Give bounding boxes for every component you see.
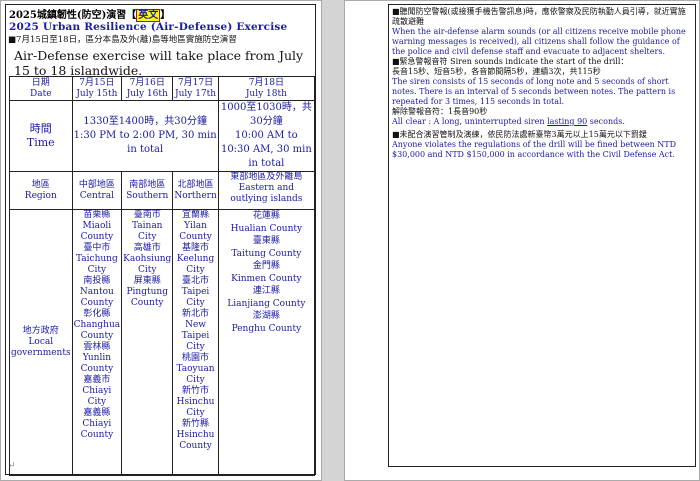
table-row-region: 地區 Region 中部地區 Central 南部地區 Southern 北部地區 No… bbox=[9, 171, 316, 210]
region-en: Northern bbox=[174, 190, 217, 201]
time-cell-central-south-north: 1330至1400時，共30分鐘 1:30 PM to 2:00 PM, 30 m… bbox=[71, 100, 219, 172]
table-row-dates: 日期 Date 7月15日 July 15th 7月16日 July 16th 7月1… bbox=[9, 76, 316, 101]
document-page-2: ■聽聞防空警報(或接獲手機告警訊息)時，應依警察及民防執勤人員引導，就近實施疏散… bbox=[344, 0, 700, 481]
date-cell-4: 7月18日 July 18th bbox=[217, 76, 316, 101]
date-cell-1: 7月15日 July 15th bbox=[71, 76, 123, 101]
time-b-en: 10:00 AM to 10:30 AM, 30 min in total bbox=[220, 130, 312, 169]
date-en: July 16th bbox=[126, 88, 168, 99]
header-gov-en: Local governments bbox=[11, 337, 71, 358]
date-cn: 7月16日 bbox=[129, 77, 165, 88]
date-en: July 18th bbox=[245, 88, 287, 99]
date-cell-3: 7月17日 July 17th bbox=[172, 76, 219, 101]
header-date: 日期 Date bbox=[9, 76, 73, 101]
central-counties: 苗栗縣 Miaoli County 臺中市 Taichung City 南投縣 … bbox=[71, 209, 123, 476]
evacuation-paragraph: ■聽聞防空警報(或接獲手機告警訊息)時，應依警察及民防執勤人員引導，就近實施疏散… bbox=[392, 7, 692, 57]
siren-pattern-chinese: 長音15秒、短音5秒，各音節間隔5秒，連續3次，共115秒 bbox=[392, 67, 601, 76]
header-region-cn: 地區 bbox=[31, 179, 50, 190]
northern-counties: 宜蘭縣 Yilan County 基隆市 Keelung City 臺北市 Ta… bbox=[172, 209, 219, 476]
region-central: 中部地區 Central bbox=[71, 171, 123, 210]
eastern-counties: 花蓮縣 Hualian County 臺東縣 Taitung County 金門… bbox=[217, 209, 316, 476]
date-cn: 7月15日 bbox=[79, 77, 115, 88]
header-region: 地區 Region bbox=[9, 171, 73, 210]
schedule-table: 日期 Date 7月15日 July 15th 7月16日 July 16th 7月1… bbox=[9, 76, 316, 476]
header-gov-cn: 地方政府 bbox=[22, 326, 59, 336]
header-region-en: Region bbox=[24, 190, 57, 201]
siren-pattern-english: The siren consists of 15 seconds of long… bbox=[392, 77, 676, 106]
region-en: Central bbox=[79, 190, 114, 201]
header-time-cn: 時間 bbox=[29, 122, 52, 135]
siren-heading: ■緊急警報音符 Siren sounds indicate the start … bbox=[392, 57, 629, 66]
all-clear-text-b: seconds. bbox=[587, 117, 625, 126]
page-title: 2025城鎮韌性(防空)演習【 英文】 bbox=[9, 9, 171, 22]
region-en: Eastern and outlying islands bbox=[230, 183, 303, 204]
intro-chinese: ■7月15日至18日，區分本島及外(離)島等地區實施防空演習 bbox=[8, 35, 237, 45]
all-clear-english: All clear : A long, uninterrupted siren … bbox=[392, 117, 692, 127]
penalty-english: Anyone violates the regulations of the d… bbox=[392, 140, 677, 159]
table-row-time: 時間 Time 1330至1400時，共30分鐘 1:30 PM to 2:00 P… bbox=[9, 100, 316, 172]
intro-english: Air-Defense exercise will take place fro… bbox=[14, 48, 304, 78]
date-cn: 7月18日 bbox=[248, 77, 284, 88]
paragraph-mark-icon: ↵ bbox=[8, 461, 16, 471]
southern-counties: 臺南市 Tainan City 高雄市 Kaohsiung City 屏東縣 P… bbox=[121, 209, 174, 476]
penalty-chinese: ■未配合演習管制及演練，依民防法處新臺幣3萬元以上15萬元以下罰鍰 bbox=[392, 130, 647, 139]
date-cell-2: 7月16日 July 16th bbox=[121, 76, 174, 101]
time-a-en: 1:30 PM to 2:00 PM, 30 min in total bbox=[73, 130, 217, 155]
all-clear-chinese: 解除警報音符：1長音90秒 bbox=[392, 107, 488, 116]
all-clear-duration: lasting 90 bbox=[547, 117, 588, 126]
time-a-cn: 1330至1400時，共30分鐘 bbox=[83, 116, 207, 127]
penalty-paragraph: ■未配合演習管制及演練，依民防法處新臺幣3萬元以上15萬元以下罰鍰 Anyone… bbox=[392, 130, 692, 160]
header-time-en: Time bbox=[26, 136, 55, 149]
page-title-english: 2025 Urban Resilience (Air-Defense) Exer… bbox=[9, 21, 288, 33]
evacuation-english: When the air-defense alarm sounds (or al… bbox=[392, 27, 686, 56]
header-time: 時間 Time bbox=[9, 100, 73, 172]
all-clear-text-a: All clear : A long, uninterrupted siren bbox=[392, 117, 548, 126]
page-2-content-frame: ■聽聞防空警報(或接獲手機告警訊息)時，應依警察及民防執勤人員引導，就近實施疏散… bbox=[388, 4, 696, 467]
title-chinese: 2025城鎮韌性(防空)演習 bbox=[9, 10, 127, 21]
region-southern: 南部地區 Southern bbox=[121, 171, 174, 210]
region-en: Southern bbox=[126, 190, 169, 201]
region-cn: 中部地區 bbox=[78, 179, 115, 190]
page-1-content-frame: 2025城鎮韌性(防空)演習【 英文】 2025 Urban Resilience… bbox=[5, 4, 316, 476]
region-cn: 東部地區及外離島 bbox=[230, 172, 303, 183]
table-row-local-governments: 地方政府 Local governments 苗栗縣 Miaoli County … bbox=[9, 209, 316, 476]
document-page-1: 2025城鎮韌性(防空)演習【 英文】 2025 Urban Resilience… bbox=[0, 0, 322, 481]
time-cell-eastern: 1000至1030時，共30分鐘 10:00 AM to 10:30 AM, 30… bbox=[217, 100, 316, 172]
header-local-governments: 地方政府 Local governments bbox=[9, 209, 73, 476]
region-cn: 南部地區 bbox=[129, 179, 166, 190]
siren-paragraph: ■緊急警報音符 Siren sounds indicate the start … bbox=[392, 57, 692, 107]
region-cn: 北部地區 bbox=[177, 179, 214, 190]
date-en: July 17th bbox=[174, 88, 217, 99]
all-clear-paragraph: 解除警報音符：1長音90秒 All clear : A long, uninte… bbox=[392, 107, 692, 127]
header-date-cn: 日期 bbox=[31, 77, 50, 88]
header-date-en: Date bbox=[30, 88, 52, 99]
date-cn: 7月17日 bbox=[177, 77, 214, 88]
region-northern: 北部地區 Northern bbox=[172, 171, 219, 210]
date-en: July 15th bbox=[76, 88, 118, 99]
time-b-cn: 1000至1030時，共30分鐘 bbox=[220, 102, 312, 127]
evacuation-chinese: ■聽聞防空警報(或接獲手機告警訊息)時，應依警察及民防執勤人員引導，就近實施疏散… bbox=[392, 7, 686, 26]
region-eastern: 東部地區及外離島 Eastern and outlying islands bbox=[217, 171, 316, 210]
